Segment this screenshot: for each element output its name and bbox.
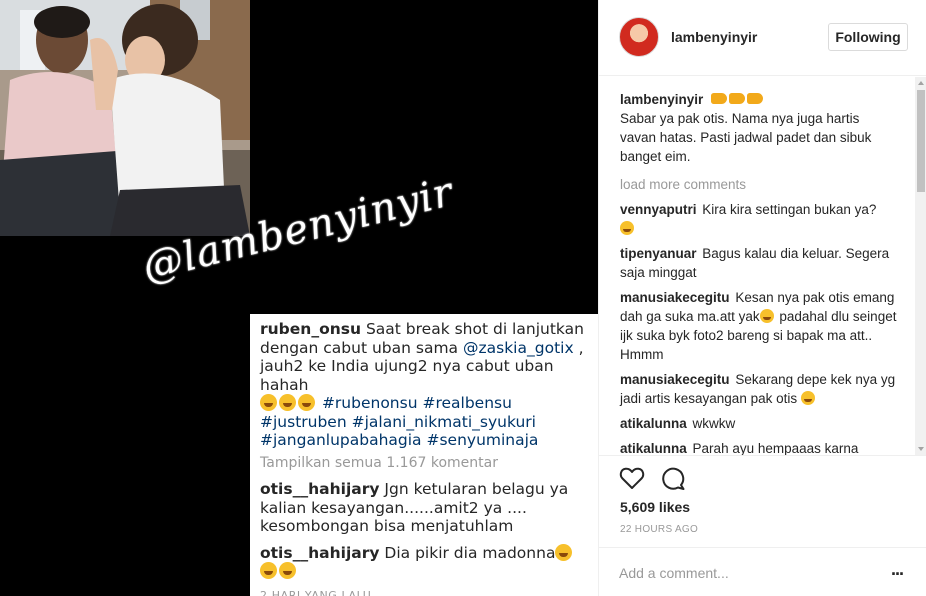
heart-icon[interactable] xyxy=(619,466,645,490)
embedded-screenshot-card: ruben_onsu Saat break shot di lanjutkan … xyxy=(250,314,598,596)
embedded-comment: otis__hahijary Dia pikir dia madonna xyxy=(260,543,588,581)
embedded-caption: ruben_onsu Saat break shot di lanjutkan … xyxy=(260,320,588,450)
scroll-up-arrow-icon[interactable] xyxy=(918,81,924,85)
avatar[interactable] xyxy=(619,17,659,57)
post-header: lambenyinyir Following xyxy=(599,0,926,76)
add-comment-input[interactable] xyxy=(619,563,869,583)
comment-item: manusiakecegitu Kesan nya pak otis emang… xyxy=(620,288,897,364)
likes-count[interactable]: 5,609 likes xyxy=(620,499,690,515)
embedded-mention: @zaskia_gotix xyxy=(463,338,574,357)
following-button[interactable]: Following xyxy=(828,23,908,51)
comment-item: atikalunna Parah ayu hempaaas karna kebe… xyxy=(620,439,897,455)
embedded-comment-username: otis__hahijary xyxy=(260,543,380,562)
header-username[interactable]: lambenyinyir xyxy=(671,29,757,45)
scroll-down-arrow-icon[interactable] xyxy=(918,447,924,451)
post-actions: 5,609 likes 22 HOURS AGO xyxy=(599,455,926,547)
comment-username[interactable]: atikalunna xyxy=(620,416,687,431)
smiling-emoji-icon xyxy=(620,221,634,235)
comment-item: vennyaputri Kira kira settingan bukan ya… xyxy=(620,200,897,238)
add-comment-bar: ... xyxy=(599,547,926,596)
laughing-emoji-icon xyxy=(260,562,277,579)
more-options-icon[interactable]: ... xyxy=(891,560,904,578)
scrollbar-thumb[interactable] xyxy=(917,90,925,192)
embedded-caption-username: ruben_onsu xyxy=(260,320,362,338)
comment-bubble-icon[interactable] xyxy=(660,465,686,491)
caption-username[interactable]: lambenyinyir xyxy=(620,92,703,107)
pointing-hand-icon xyxy=(747,93,764,104)
embedded-comment-username: otis__hahijary xyxy=(260,480,380,498)
embedded-view-all-comments: Tampilkan semua 1.167 komentar xyxy=(260,454,498,471)
comment-username[interactable]: manusiakecegitu xyxy=(620,290,730,305)
grinning-emoji-icon xyxy=(800,391,815,405)
comment-item: manusiakecegitu Sekarang depe kek nya yg… xyxy=(620,370,897,408)
comment-text: Kira kira settingan bukan ya? xyxy=(702,202,877,217)
post-sidebar: lambenyinyir Following lambenyinyir Saba… xyxy=(598,0,926,596)
comments-list: lambenyinyir Sabar ya pak otis. Nama nya… xyxy=(599,77,917,455)
laughing-emoji-icon xyxy=(555,543,573,561)
comment-text: wkwkw xyxy=(692,416,736,431)
comment-item: tipenyanuar Bagus kalau dia keluar. Sege… xyxy=(620,244,897,282)
post-timestamp: 22 HOURS AGO xyxy=(620,524,699,535)
caption-text: Sabar ya pak otis. Nama nya juga hartis … xyxy=(620,111,872,164)
pointing-hand-icon xyxy=(729,93,746,104)
comment-username[interactable]: tipenyanuar xyxy=(620,246,697,261)
embedded-hashtags: #rubenonsu #realbensu xyxy=(321,394,512,412)
post-caption: lambenyinyir Sabar ya pak otis. Nama nya… xyxy=(620,90,897,166)
comment-username[interactable]: atikalunna xyxy=(620,441,687,455)
laughing-emoji-icon xyxy=(260,394,277,411)
embedded-hashtags: #justruben #jalani_nikmati_syukuri xyxy=(260,412,536,431)
pointing-hand-icon xyxy=(711,93,728,104)
embedded-timestamp: 2 HARI YANG LALU xyxy=(260,588,372,596)
grinning-emoji-icon xyxy=(759,309,774,323)
comment-username[interactable]: manusiakecegitu xyxy=(620,372,730,387)
laughing-emoji-icon xyxy=(298,394,315,411)
post-photo xyxy=(0,0,250,236)
laughing-emoji-icon xyxy=(279,562,296,579)
load-more-comments-link[interactable]: load more comments xyxy=(620,175,897,194)
embedded-comment: otis__hahijary Jgn ketularan belagu ya k… xyxy=(260,480,588,536)
comments-scrollbar[interactable] xyxy=(915,77,926,455)
comment-item: atikalunna wkwkw xyxy=(620,414,897,433)
laughing-emoji-icon xyxy=(279,394,296,411)
post-image: @lambenyinyir ruben_onsu Saat break shot… xyxy=(0,0,598,596)
embedded-hashtags: #janganlupabahagia #senyuminaja xyxy=(260,431,539,449)
embedded-comment-text: Dia pikir dia madonna xyxy=(384,543,556,562)
comment-username[interactable]: vennyaputri xyxy=(620,202,697,217)
